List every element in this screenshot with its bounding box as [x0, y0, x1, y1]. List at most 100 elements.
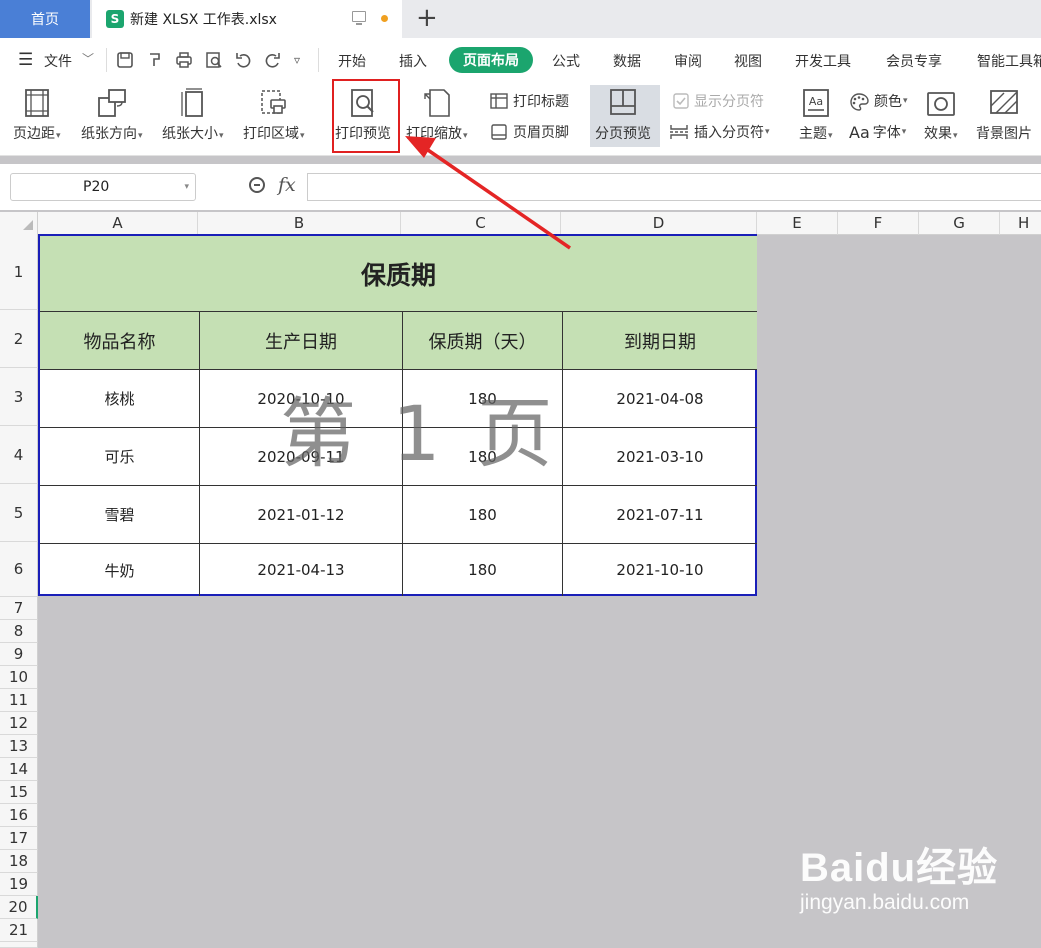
row-header[interactable]: 8 — [0, 620, 38, 643]
name-box[interactable]: P20 ▾ — [10, 173, 196, 201]
baidu-url-text: jingyan.baidu.com — [800, 891, 970, 914]
column-header[interactable]: C — [401, 212, 561, 235]
row-header[interactable]: 6 — [0, 542, 38, 597]
formula-input[interactable] — [307, 173, 1041, 201]
print-area-label: 打印区域 — [243, 126, 299, 142]
row-header[interactable]: 1 — [0, 234, 38, 310]
page-break-preview-button[interactable]: 分页预览 — [595, 88, 651, 143]
print-icon[interactable] — [175, 51, 193, 73]
table-cell[interactable]: 180 — [403, 428, 563, 486]
column-header[interactable]: B — [198, 212, 401, 235]
row-header[interactable]: 2 — [0, 310, 38, 368]
row-header[interactable]: 3 — [0, 368, 38, 426]
row-header[interactable]: 19 — [0, 873, 38, 896]
table-cell[interactable]: 2021-03-10 — [563, 428, 757, 486]
chevron-down-icon[interactable]: ▾ — [184, 182, 189, 192]
table-header-cell[interactable]: 物品名称 — [40, 312, 200, 370]
table-cell[interactable]: 牛奶 — [40, 544, 200, 596]
print-titles-button[interactable]: 打印标题 — [490, 91, 569, 111]
zoom-icon[interactable] — [249, 177, 265, 193]
table-cell[interactable]: 2021-10-10 — [563, 544, 757, 596]
row-header[interactable]: 10 — [0, 666, 38, 689]
menu-developer[interactable]: 开发工具 — [795, 51, 851, 71]
menu-home[interactable]: 开始 — [338, 51, 366, 71]
colors-button[interactable]: 颜色 ▾ — [849, 91, 908, 111]
table-title[interactable]: 保质期 — [40, 236, 757, 312]
row-header[interactable]: 17 — [0, 827, 38, 850]
table-header-cell[interactable]: 保质期（天） — [403, 312, 563, 370]
customize-toolbar-icon[interactable]: ▿ — [294, 51, 300, 69]
monitor-icon[interactable] — [352, 11, 366, 25]
header-footer-label: 页眉页脚 — [513, 125, 569, 141]
theme-button[interactable]: Aa 主题▾ — [799, 88, 833, 143]
orientation-button[interactable]: 纸张方向▾ — [81, 88, 143, 143]
menu-data[interactable]: 数据 — [613, 51, 641, 71]
row-header[interactable]: 21 — [0, 919, 38, 942]
background-image-button[interactable]: 背景图片 — [976, 88, 1032, 143]
table-cell[interactable]: 2021-01-12 — [200, 486, 403, 544]
column-header[interactable]: A — [38, 212, 198, 235]
menu-page-layout[interactable]: 页面布局 — [449, 47, 533, 73]
redo-icon[interactable] — [264, 51, 282, 73]
row-header[interactable]: 15 — [0, 781, 38, 804]
row-header[interactable]: 12 — [0, 712, 38, 735]
row-header[interactable]: 5 — [0, 484, 38, 542]
chevron-down-icon[interactable]: ﹀ — [82, 50, 94, 67]
table-cell[interactable]: 2020-10-10 — [200, 370, 403, 428]
row-header[interactable]: 13 — [0, 735, 38, 758]
table-cell[interactable]: 180 — [403, 544, 563, 596]
table-cell[interactable]: 180 — [403, 370, 563, 428]
menu-file[interactable]: 文件 — [44, 51, 72, 71]
effects-button[interactable]: 效果▾ — [924, 88, 958, 143]
row-header[interactable] — [0, 942, 38, 948]
table-cell[interactable]: 2021-07-11 — [563, 486, 757, 544]
divider — [318, 48, 319, 72]
table-cell[interactable]: 雪碧 — [40, 486, 200, 544]
header-footer-button[interactable]: 页眉页脚 — [490, 122, 569, 142]
undo-icon[interactable] — [234, 51, 252, 73]
function-icon[interactable]: fx — [278, 174, 296, 196]
menu-view[interactable]: 视图 — [734, 51, 762, 71]
paper-size-button[interactable]: 纸张大小▾ — [162, 88, 224, 143]
print-scale-button[interactable]: 打印缩放▾ — [406, 88, 468, 143]
row-header[interactable]: 16 — [0, 804, 38, 827]
column-header[interactable]: F — [838, 212, 919, 235]
row-header[interactable]: 4 — [0, 426, 38, 484]
margins-button[interactable]: 页边距▾ — [13, 88, 61, 143]
menu-insert[interactable]: 插入 — [399, 51, 427, 71]
new-tab-plus-icon[interactable]: + — [416, 4, 438, 32]
row-header[interactable]: 7 — [0, 597, 38, 620]
table-cell[interactable]: 180 — [403, 486, 563, 544]
row-header[interactable]: 14 — [0, 758, 38, 781]
insert-page-break-button[interactable]: 插入分页符 ▾ — [669, 122, 770, 142]
tab-home[interactable]: 首页 — [0, 0, 90, 38]
table-cell[interactable]: 2020-09-11 — [200, 428, 403, 486]
table-cell[interactable]: 核桃 — [40, 370, 200, 428]
print-area-button[interactable]: 打印区域▾ — [243, 88, 305, 143]
menu-review[interactable]: 审阅 — [674, 51, 702, 71]
format-painter-icon[interactable] — [146, 51, 164, 73]
row-header-active[interactable]: 20 — [0, 896, 38, 919]
row-header[interactable]: 11 — [0, 689, 38, 712]
table-cell[interactable]: 2021-04-08 — [563, 370, 757, 428]
save-icon[interactable] — [116, 51, 134, 73]
column-header[interactable]: H — [1000, 212, 1041, 235]
table-header-cell[interactable]: 到期日期 — [563, 312, 757, 370]
row-header[interactable]: 18 — [0, 850, 38, 873]
table-cell[interactable]: 2021-04-13 — [200, 544, 403, 596]
menu-smart-toolbox[interactable]: 智能工具箱 — [977, 51, 1041, 71]
fonts-button[interactable]: Aa 字体 ▾ — [849, 122, 906, 142]
row-header[interactable]: 9 — [0, 643, 38, 666]
select-all-corner[interactable] — [0, 212, 38, 235]
table-cell[interactable]: 可乐 — [40, 428, 200, 486]
column-header[interactable]: D — [561, 212, 757, 235]
print-preview-small-icon[interactable] — [205, 51, 223, 73]
menu-formulas[interactable]: 公式 — [552, 51, 580, 71]
column-header[interactable]: G — [919, 212, 1000, 235]
table-header-cell[interactable]: 生产日期 — [200, 312, 403, 370]
show-page-breaks-checkbox[interactable]: 显示分页符 — [673, 91, 764, 111]
hamburger-icon[interactable]: ☰ — [18, 50, 33, 70]
insert-page-break-icon — [669, 124, 689, 140]
column-header[interactable]: E — [757, 212, 838, 235]
menu-member[interactable]: 会员专享 — [886, 51, 942, 71]
